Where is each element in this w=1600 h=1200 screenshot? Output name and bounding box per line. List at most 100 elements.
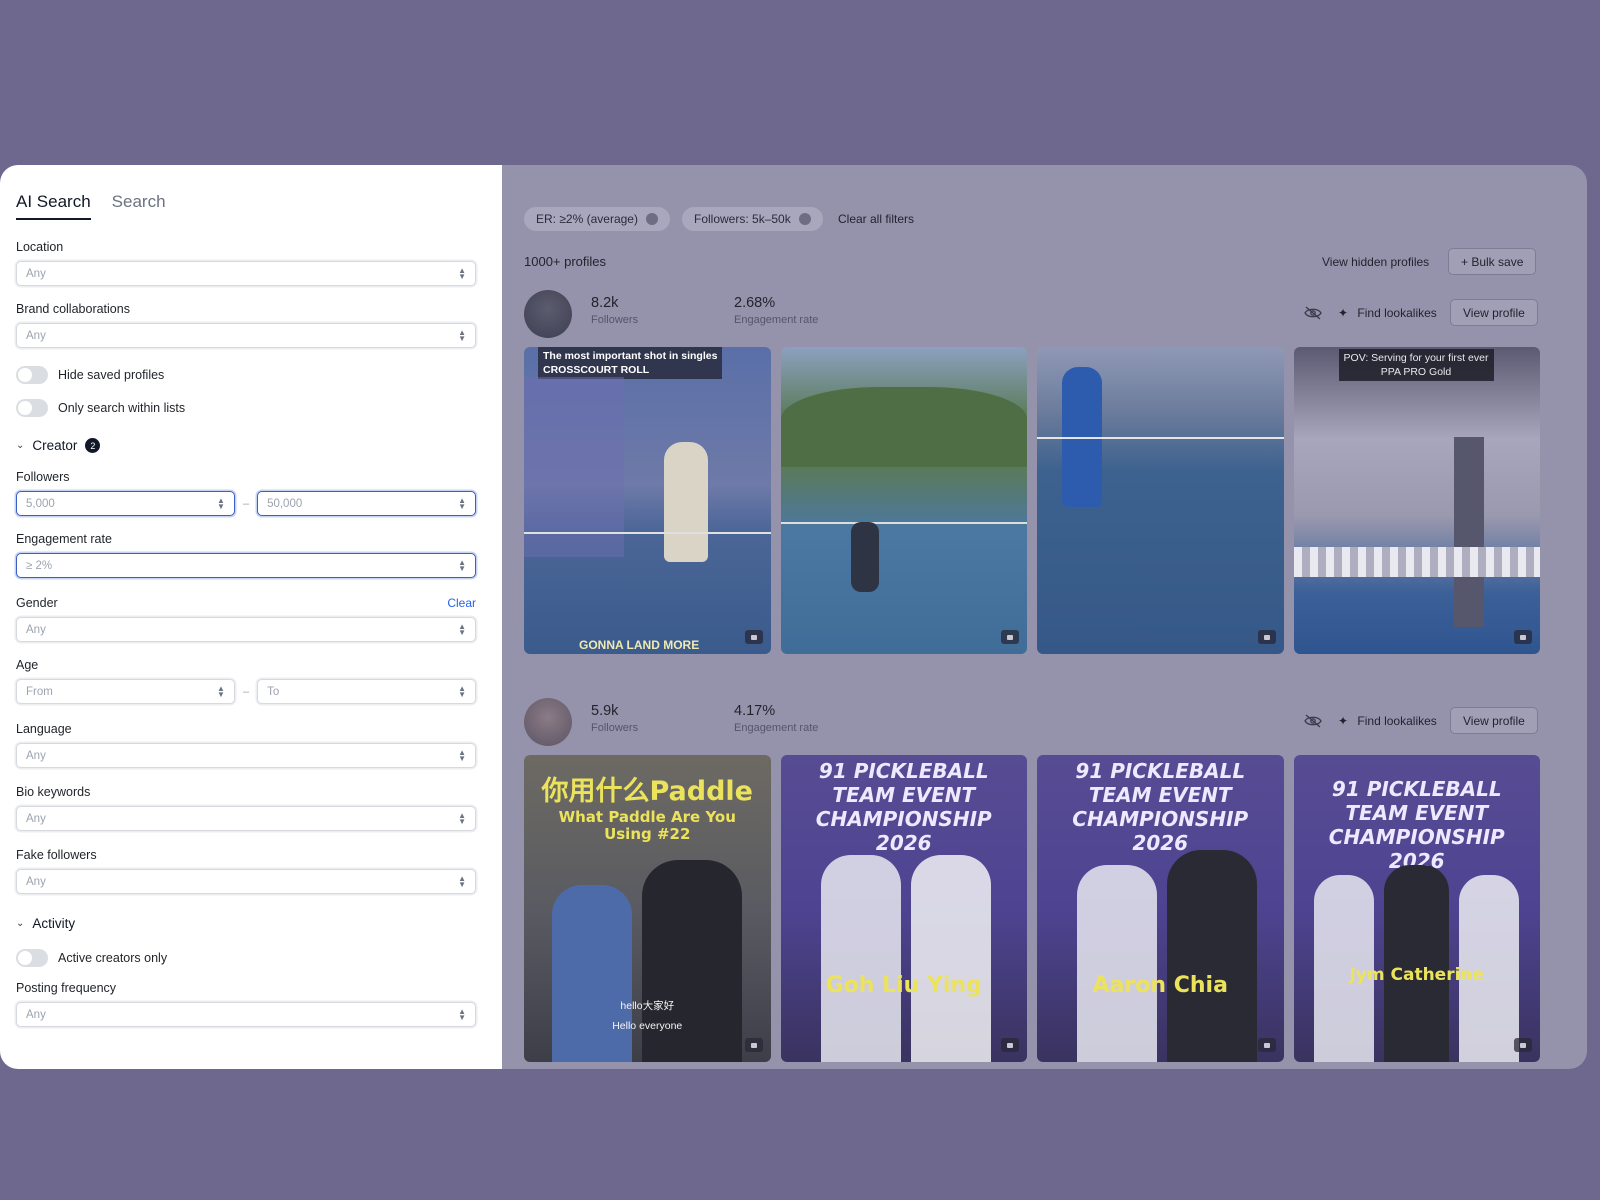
post-caption: The most important shot in singles CROSS… xyxy=(538,347,723,379)
filter-chip-followers[interactable]: Followers: 5k–50k xyxy=(682,207,823,231)
select-arrows-icon: ▲ ▼ xyxy=(458,495,466,511)
hide-profile-icon[interactable] xyxy=(1304,714,1322,728)
followers-max-value: 50,000 xyxy=(267,497,303,510)
posting-frequency-label: Posting frequency xyxy=(16,981,117,995)
avatar[interactable] xyxy=(524,698,572,746)
select-arrows-icon: ▲ ▼ xyxy=(458,810,466,826)
active-only-label: Active creators only xyxy=(58,951,168,965)
filter-chip-er[interactable]: ER: ≥2% (average) xyxy=(524,207,670,231)
post-thumbnail[interactable]: POV: Serving for your first ever PPA PRO… xyxy=(1293,347,1540,654)
gender-label: Gender xyxy=(16,596,58,610)
hide-profile-icon[interactable] xyxy=(1304,306,1322,320)
brand-collabs-value: Any xyxy=(26,329,46,342)
creator-filter-count: 2 xyxy=(85,438,101,453)
engagement-select[interactable]: ≥ 2% ▲ ▼ xyxy=(16,553,476,578)
followers-label: Followers xyxy=(591,722,639,734)
pillar xyxy=(1453,437,1484,627)
bio-keywords-label: Bio keywords xyxy=(16,785,91,799)
only-lists-row: Only search within lists xyxy=(16,399,476,417)
gender-select[interactable]: Any ▲ ▼ xyxy=(16,617,476,642)
tab-ai-search[interactable]: AI Search xyxy=(16,192,91,220)
hide-saved-row: Hide saved profiles xyxy=(16,366,476,384)
view-hidden-profiles-link[interactable]: View hidden profiles xyxy=(1322,255,1429,269)
gender-clear-link[interactable]: Clear xyxy=(447,596,476,610)
view-profile-button[interactable]: View profile xyxy=(1450,299,1538,326)
active-only-toggle[interactable] xyxy=(16,949,48,967)
only-lists-toggle[interactable] xyxy=(16,399,48,417)
followers-label: Followers xyxy=(591,314,639,326)
brand-collabs-select[interactable]: Any ▲ ▼ xyxy=(16,323,476,348)
followers-min-value: 5,000 xyxy=(26,497,55,510)
search-tabs: AI Search Search xyxy=(16,192,476,220)
post-title: 你用什么Paddle xyxy=(541,776,753,807)
court-net xyxy=(1037,437,1284,439)
age-to-value: To xyxy=(267,685,280,698)
activity-section-label: Activity xyxy=(32,916,76,931)
creator-section-header[interactable]: ⌄ Creator 2 xyxy=(16,438,476,453)
followers-min-input[interactable]: 5,000 ▲ ▼ xyxy=(16,491,235,516)
fake-followers-select[interactable]: Any ▲ ▼ xyxy=(16,869,476,894)
hide-saved-label: Hide saved profiles xyxy=(58,368,165,382)
engagement-rate: 2.68% xyxy=(734,295,776,311)
find-lookalikes-label: Find lookalikes xyxy=(1357,714,1437,728)
sparkle-icon: ✦ xyxy=(1338,306,1349,320)
court-net xyxy=(524,532,771,534)
clear-all-filters-link[interactable]: Clear all filters xyxy=(838,212,914,226)
posting-frequency-value: Any xyxy=(26,1008,46,1021)
activity-section-header[interactable]: ⌄ Activity xyxy=(16,916,476,931)
fake-followers-label: Fake followers xyxy=(16,848,97,862)
select-arrows-icon: ▲ ▼ xyxy=(458,621,466,637)
location-value: Any xyxy=(26,267,46,280)
range-separator: – xyxy=(242,497,250,510)
player-figure xyxy=(850,522,879,592)
select-arrows-icon: ▲ ▼ xyxy=(458,327,466,343)
creator-section-label: Creator xyxy=(32,438,78,453)
find-lookalikes-button[interactable]: ✦ Find lookalikes xyxy=(1338,306,1437,320)
results-count: 1000+ profiles xyxy=(524,254,607,269)
select-arrows-icon: ▲ ▼ xyxy=(458,873,466,889)
remove-chip-icon[interactable] xyxy=(645,213,658,225)
bio-keywords-input[interactable]: Any ▲ ▼ xyxy=(16,806,476,831)
video-icon xyxy=(1257,1038,1276,1052)
person-figure xyxy=(1077,865,1157,1062)
post-thumbnail[interactable]: 91 PICKLEBALL TEAM EVENT CHAMPIONSHIP 20… xyxy=(780,755,1027,1062)
player-name-caption: Goh Liu Ying xyxy=(825,973,982,998)
language-select[interactable]: Any ▲ ▼ xyxy=(16,743,476,768)
chevron-down-icon: ⌄ xyxy=(16,918,25,929)
post-thumbnail[interactable]: 91 PICKLEBALL TEAM EVENT CHAMPIONSHIP 20… xyxy=(1293,755,1540,1062)
post-subtitles: hello大家好 Hello everyone xyxy=(612,1000,683,1032)
view-profile-button[interactable]: View profile xyxy=(1450,707,1538,734)
engagement-value: ≥ 2% xyxy=(26,559,53,572)
select-arrows-icon: ▲ ▼ xyxy=(458,747,466,763)
player-name-caption: Aaron Chia xyxy=(1092,973,1228,998)
tab-search[interactable]: Search xyxy=(112,192,166,220)
avatar[interactable] xyxy=(524,290,572,338)
sparkle-icon: ✦ xyxy=(1338,714,1349,728)
age-to-select[interactable]: To ▲ ▼ xyxy=(257,679,476,704)
video-icon xyxy=(744,1038,763,1052)
results-panel: ER: ≥2% (average) Followers: 5k–50k Clea… xyxy=(502,165,1587,1069)
bulk-save-button[interactable]: + Bulk save xyxy=(1448,248,1537,275)
post-thumbnail[interactable]: 你用什么Paddle What Paddle Are You Using #22… xyxy=(524,755,771,1062)
post-thumbnail[interactable] xyxy=(1037,347,1284,654)
post-caption: POV: Serving for your first ever PPA PRO… xyxy=(1338,349,1494,381)
followers-count: 5.9k xyxy=(591,703,619,719)
active-only-row: Active creators only xyxy=(16,949,476,967)
video-icon xyxy=(744,630,763,644)
post-caption-bottom: GONNA LAND MORE xyxy=(579,638,700,652)
posting-frequency-select[interactable]: Any ▲ ▼ xyxy=(16,1002,476,1027)
age-label: Age xyxy=(16,658,39,672)
post-thumbnails: The most important shot in singles CROSS… xyxy=(524,347,1540,654)
post-thumbnail[interactable]: The most important shot in singles CROSS… xyxy=(524,347,771,654)
age-from-select[interactable]: From ▲ ▼ xyxy=(16,679,235,704)
find-lookalikes-button[interactable]: ✦ Find lookalikes xyxy=(1338,714,1437,728)
location-select[interactable]: Any ▲ ▼ xyxy=(16,261,476,286)
post-thumbnail[interactable] xyxy=(780,347,1027,654)
post-thumbnail[interactable]: 91 PICKLEBALL TEAM EVENT CHAMPIONSHIP 20… xyxy=(1037,755,1284,1062)
hide-saved-toggle[interactable] xyxy=(16,366,48,384)
followers-max-input[interactable]: 50,000 ▲ ▼ xyxy=(257,491,476,516)
player-figure xyxy=(664,442,708,562)
age-from-value: From xyxy=(26,685,53,698)
language-value: Any xyxy=(26,749,46,762)
remove-chip-icon[interactable] xyxy=(798,213,811,225)
